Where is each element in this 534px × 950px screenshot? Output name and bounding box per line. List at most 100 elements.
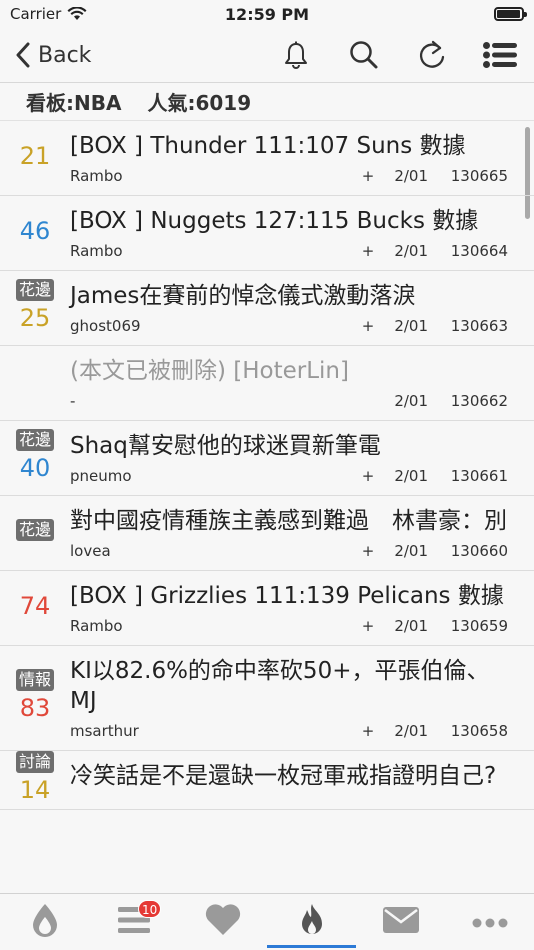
post-meta: lovea + 2/01 130660 — [70, 542, 508, 560]
post-row[interactable]: 21 [BOX ] Thunder 111:107 Suns 數據 Rambo … — [0, 121, 534, 196]
post-content: (本文已被刪除) [HoterLin] - 2/01 130662 — [70, 346, 534, 420]
post-content: [BOX ] Thunder 111:107 Suns 數據 Rambo + 2… — [70, 121, 534, 195]
post-mark: + — [361, 242, 375, 260]
post-date: 2/01 — [394, 617, 428, 635]
post-list[interactable]: 21 [BOX ] Thunder 111:107 Suns 數據 Rambo … — [0, 121, 534, 893]
post-number: 130659 — [450, 617, 508, 635]
push-count: 46 — [19, 217, 51, 245]
post-meta: Rambo + 2/01 130659 — [70, 617, 508, 635]
post-meta: Rambo + 2/01 130664 — [70, 242, 508, 260]
post-category-tag: 花邊 — [15, 429, 54, 451]
search-icon — [350, 41, 378, 69]
post-title: James在賽前的悼念儀式激動落淚 — [70, 283, 416, 309]
post-mark — [356, 392, 380, 410]
post-category-tag: 情報 — [15, 669, 54, 691]
score-column: 74 — [0, 571, 70, 645]
push-count: 25 — [19, 304, 51, 332]
post-mark: + — [361, 722, 375, 740]
board-info: 看板:NBA 人氣:6019 — [0, 83, 534, 121]
mail-icon — [382, 906, 420, 938]
post-content: 對中國疫情種族主義感到難過 林書豪：別 lovea + 2/01 130660 — [70, 496, 534, 570]
score-column: 花邊 — [0, 496, 70, 570]
post-row[interactable]: 花邊 25 James在賽前的悼念儀式激動落淚 ghost069 + 2/01 … — [0, 271, 534, 346]
post-category-tag: 討論 — [15, 751, 54, 773]
post-author: Rambo — [70, 167, 123, 185]
flame-icon — [299, 903, 325, 941]
heart-icon — [204, 903, 242, 941]
notification-button[interactable] — [262, 28, 330, 83]
post-content: [BOX ] Grizzlies 111:139 Pelicans 數據 Ram… — [70, 571, 534, 645]
board-name: 看板:NBA — [26, 91, 122, 115]
score-column: 花邊 40 — [0, 421, 70, 495]
post-author: msarthur — [70, 722, 139, 740]
push-count: 83 — [19, 694, 51, 722]
menu-button[interactable] — [466, 28, 534, 83]
post-mark: + — [361, 542, 375, 560]
score-column — [0, 346, 70, 420]
board-popularity: 人氣:6019 — [147, 91, 252, 115]
refresh-button[interactable] — [398, 28, 466, 83]
post-author: Rambo — [70, 617, 123, 635]
list-menu-icon — [483, 42, 517, 68]
post-date: 2/01 — [394, 242, 428, 260]
post-meta: Rambo + 2/01 130665 — [70, 167, 508, 185]
tab-hot-boards[interactable] — [0, 894, 89, 950]
more-icon — [472, 913, 508, 932]
post-content: 冷笑話是不是還缺一枚冠軍戒指證明自己? — [70, 751, 534, 809]
post-author: ghost069 — [70, 317, 141, 335]
chevron-left-icon — [16, 42, 30, 68]
back-button[interactable]: Back — [0, 42, 200, 68]
post-title: 對中國疫情種族主義感到難過 林書豪：別 — [70, 508, 507, 534]
post-row[interactable]: 46 [BOX ] Nuggets 127:115 Bucks 數據 Rambo… — [0, 196, 534, 271]
post-author: Rambo — [70, 242, 123, 260]
search-button[interactable] — [330, 28, 398, 83]
post-author: - — [70, 392, 76, 410]
post-category-tag: 花邊 — [15, 279, 54, 301]
post-row[interactable]: 花邊 對中國疫情種族主義感到難過 林書豪：別 lovea + 2/01 1306… — [0, 496, 534, 571]
post-row[interactable]: 討論 14 冷笑話是不是還缺一枚冠軍戒指證明自己? — [0, 751, 534, 810]
fire-drop-icon — [30, 903, 60, 941]
post-row[interactable]: 74 [BOX ] Grizzlies 111:139 Pelicans 數據 … — [0, 571, 534, 646]
score-column: 46 — [0, 196, 70, 270]
post-meta: msarthur + 2/01 130658 — [70, 722, 508, 740]
bell-icon — [285, 41, 307, 69]
post-author: pneumo — [70, 467, 132, 485]
post-date: 2/01 — [394, 167, 428, 185]
tab-boards[interactable]: 10 — [89, 894, 178, 950]
post-number: 130658 — [450, 722, 508, 740]
push-count: 14 — [19, 776, 51, 804]
tab-hot-posts[interactable] — [267, 894, 356, 950]
carrier-label: Carrier — [10, 5, 62, 23]
post-date: 2/01 — [394, 722, 428, 740]
post-content: James在賽前的悼念儀式激動落淚 ghost069 + 2/01 130663 — [70, 271, 534, 345]
post-title: KI以82.6%的命中率砍50+，平張伯倫、MJ — [70, 658, 490, 714]
battery-icon — [494, 7, 527, 21]
carrier-group: Carrier — [10, 5, 87, 23]
navigation-bar: Back — [0, 28, 534, 83]
wifi-icon — [67, 7, 87, 20]
post-row[interactable]: (本文已被刪除) [HoterLin] - 2/01 130662 — [0, 346, 534, 421]
tab-favorites[interactable] — [178, 894, 267, 950]
post-content: [BOX ] Nuggets 127:115 Bucks 數據 Rambo + … — [70, 196, 534, 270]
post-mark: + — [361, 167, 375, 185]
tab-more[interactable] — [445, 894, 534, 950]
score-column: 情報 83 — [0, 646, 70, 750]
post-row[interactable]: 情報 83 KI以82.6%的命中率砍50+，平張伯倫、MJ msarthur … — [0, 646, 534, 751]
score-column: 討論 14 — [0, 751, 70, 809]
post-meta: pneumo + 2/01 130661 — [70, 467, 508, 485]
post-number: 130660 — [450, 542, 508, 560]
post-number: 130661 — [450, 467, 508, 485]
post-mark: + — [361, 317, 375, 335]
score-column: 21 — [0, 121, 70, 195]
post-meta: ghost069 + 2/01 130663 — [70, 317, 508, 335]
post-title: (本文已被刪除) [HoterLin] — [70, 358, 349, 384]
post-content: KI以82.6%的命中率砍50+，平張伯倫、MJ msarthur + 2/01… — [70, 646, 534, 750]
post-date: 2/01 — [394, 392, 428, 410]
post-title: [BOX ] Nuggets 127:115 Bucks 數據 — [70, 208, 479, 234]
push-count: 21 — [19, 142, 51, 170]
post-row[interactable]: 花邊 40 Shaq幫安慰他的球迷買新筆電 pneumo + 2/01 1306… — [0, 421, 534, 496]
post-mark: + — [361, 617, 375, 635]
tab-mail[interactable] — [356, 894, 445, 950]
post-author: lovea — [70, 542, 111, 560]
post-meta: - 2/01 130662 — [70, 392, 508, 410]
